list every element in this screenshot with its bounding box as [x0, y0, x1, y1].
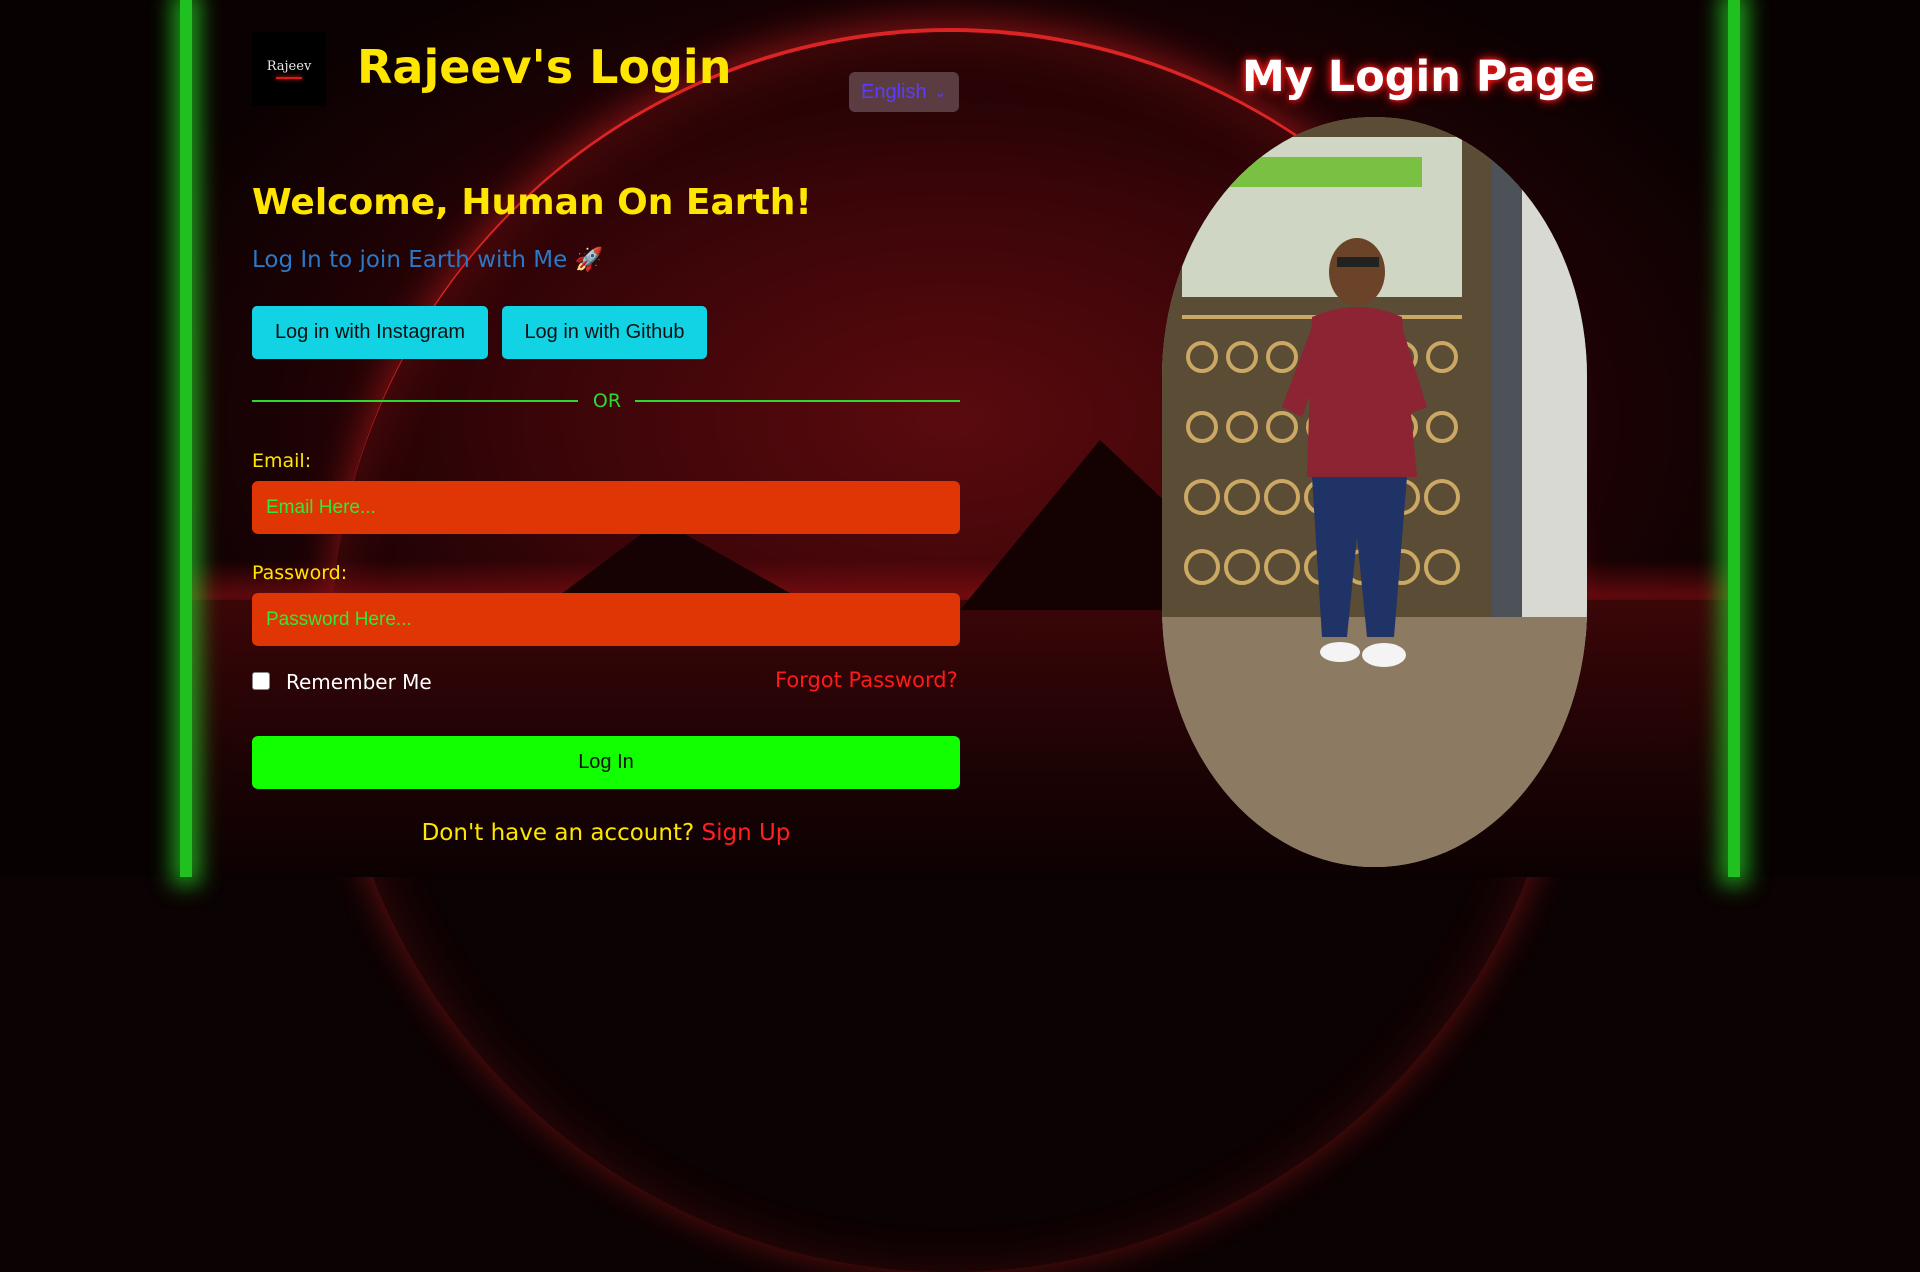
- signup-question: Don't have an account?: [421, 820, 695, 846]
- chevron-down-icon: ⌄: [934, 83, 947, 100]
- right-border-panel: [1730, 0, 1920, 877]
- remember-me-checkbox[interactable]: [252, 672, 270, 690]
- divider-line-right: [635, 400, 960, 402]
- signup-row: Don't have an account? Sign Up: [252, 820, 960, 846]
- remember-me-label[interactable]: Remember Me: [286, 670, 432, 694]
- password-field[interactable]: Password Here...: [252, 593, 960, 646]
- instagram-login-button[interactable]: Log in with Instagram: [252, 306, 488, 359]
- logo-text: Rajeev: [266, 59, 312, 74]
- login-panel: Rajeev Rajeev's Login English ⌄ Welcome,…: [192, 0, 1728, 877]
- logo-underline: [276, 77, 302, 79]
- welcome-heading: Welcome, Human On Earth!: [252, 182, 812, 223]
- forgot-password-link[interactable]: Forgot Password?: [775, 668, 958, 692]
- login-button[interactable]: Log In: [252, 736, 960, 789]
- github-login-button[interactable]: Log in with Github: [502, 306, 707, 359]
- left-border-panel: [0, 0, 190, 877]
- left-green-glow: [180, 0, 192, 877]
- divider-line-left: [252, 400, 578, 402]
- profile-photo: [1162, 117, 1587, 867]
- brand-title: Rajeev's Login: [357, 40, 732, 94]
- or-divider: OR: [592, 390, 622, 412]
- language-select[interactable]: English ⌄: [849, 72, 959, 112]
- password-placeholder: Password Here...: [266, 608, 412, 630]
- right-green-glow: [1728, 0, 1740, 877]
- language-selected: English: [861, 80, 927, 103]
- email-placeholder: Email Here...: [266, 496, 376, 518]
- logo: Rajeev: [252, 32, 326, 106]
- page-title: My Login Page: [1242, 52, 1596, 102]
- email-field[interactable]: Email Here...: [252, 481, 960, 534]
- password-label: Password:: [252, 562, 348, 584]
- signup-link[interactable]: Sign Up: [701, 820, 790, 846]
- email-label: Email:: [252, 450, 312, 472]
- subtitle: Log In to join Earth with Me 🚀: [252, 247, 604, 273]
